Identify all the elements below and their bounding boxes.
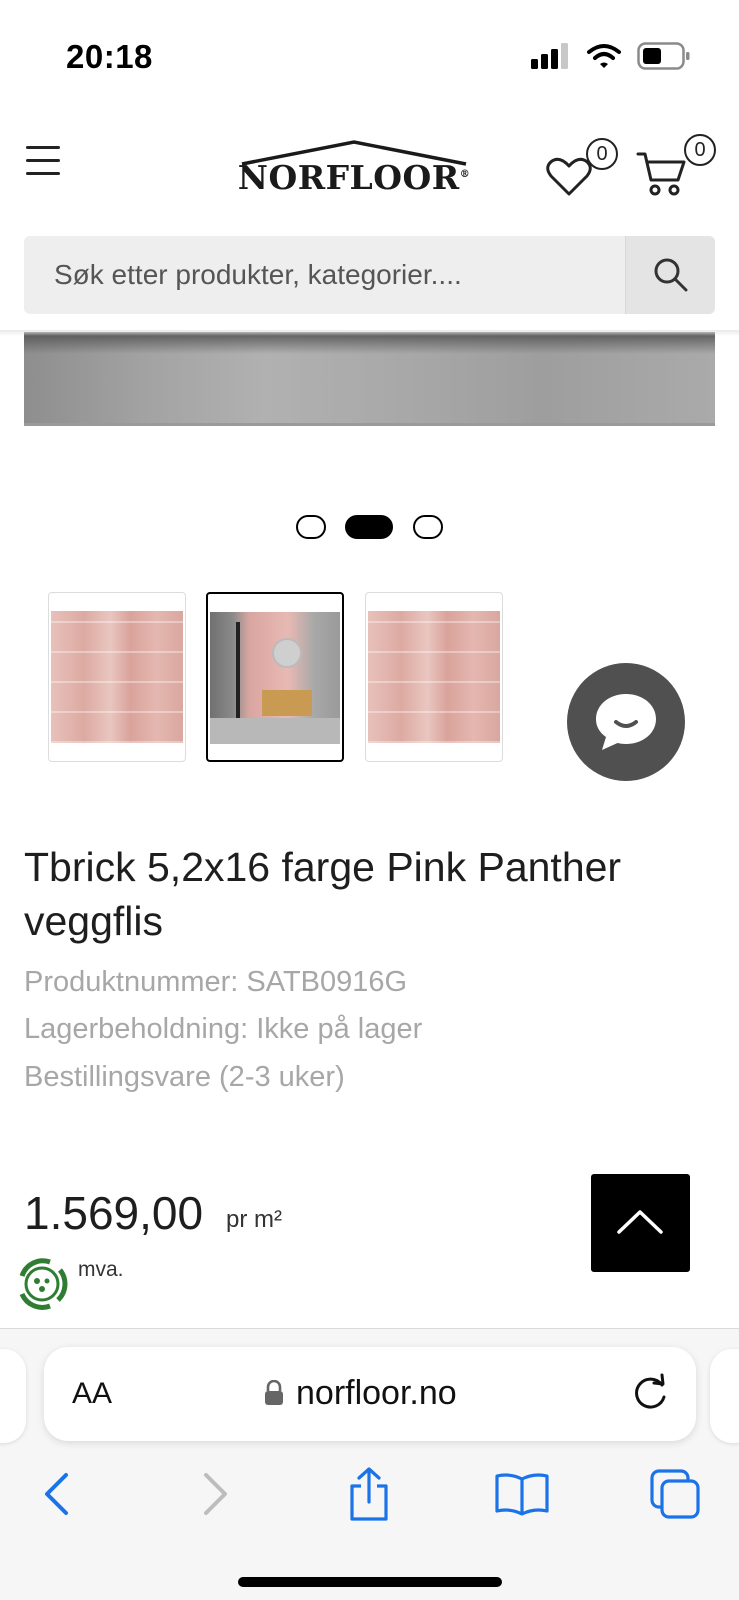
browser-chrome: AA norfloor.no	[0, 1328, 739, 1600]
product-number: Produktnummer: SATB0916G	[24, 966, 408, 998]
product-main-image[interactable]	[24, 332, 715, 426]
thumbnail-tile-image	[368, 611, 500, 743]
previous-tab-peek[interactable]	[0, 1349, 26, 1443]
carousel-dot-3[interactable]	[413, 515, 443, 539]
heart-icon	[546, 157, 592, 196]
cellular-signal-icon	[531, 43, 568, 69]
text-size-button[interactable]: AA	[72, 1377, 112, 1411]
status-icons	[531, 42, 691, 70]
search-icon	[654, 258, 688, 292]
bookmarks-icon	[495, 1473, 549, 1516]
url-display[interactable]: norfloor.no	[264, 1373, 457, 1413]
wishlist-button[interactable]: 0	[546, 130, 626, 200]
battery-icon	[637, 42, 690, 70]
home-indicator[interactable]	[238, 1577, 502, 1587]
forward-button[interactable]	[180, 1459, 250, 1529]
wifi-icon	[587, 44, 621, 68]
site-header: NORFLOOR® 0 0	[0, 118, 739, 218]
wishlist-count-badge: 0	[586, 138, 618, 170]
tabs-button[interactable]	[640, 1459, 710, 1529]
product-title: Tbrick 5,2x16 farge Pink Panther veggfli…	[24, 844, 622, 944]
forward-arrow-icon	[204, 1473, 227, 1515]
cart-count-badge: 0	[684, 134, 716, 166]
next-tab-peek[interactable]	[710, 1349, 739, 1443]
url-text: norfloor.no	[296, 1373, 457, 1412]
bookmarks-button[interactable]	[487, 1459, 557, 1529]
thumbnail-2-active[interactable]	[206, 592, 344, 762]
status-bar: 20:18	[0, 0, 739, 110]
share-button[interactable]	[334, 1459, 404, 1529]
thumbnail-bathroom-image	[210, 612, 340, 744]
search-button[interactable]	[625, 236, 715, 314]
status-time: 20:18	[66, 38, 153, 75]
cart-button[interactable]: 0	[636, 128, 720, 204]
site-logo[interactable]: NORFLOOR®	[232, 138, 476, 208]
browser-toolbar	[0, 1459, 739, 1529]
carousel-dot-1[interactable]	[296, 515, 326, 539]
recycle-badge-icon[interactable]	[14, 1256, 70, 1312]
share-icon	[350, 1467, 388, 1521]
scroll-to-top-button[interactable]	[591, 1174, 690, 1272]
lock-icon	[265, 1380, 283, 1405]
order-info: Bestillingsvare (2-3 uker)	[24, 1061, 345, 1093]
back-button[interactable]	[22, 1459, 92, 1529]
header-shadow	[0, 330, 739, 336]
search-input[interactable]	[24, 236, 626, 314]
thumbnail-1[interactable]	[48, 592, 186, 762]
carousel-dot-2-active[interactable]	[345, 515, 393, 539]
tabs-icon	[650, 1469, 700, 1519]
thumbnail-tile-image	[51, 611, 183, 743]
vat-label: mva.	[78, 1258, 124, 1281]
address-bar[interactable]: AA norfloor.no	[44, 1347, 696, 1441]
price-unit: pr m²	[226, 1206, 282, 1233]
reload-icon[interactable]	[628, 1371, 672, 1415]
cart-icon	[636, 152, 686, 196]
chat-bubble-icon	[596, 694, 656, 750]
thumbnail-3[interactable]	[365, 592, 503, 762]
back-arrow-icon	[45, 1473, 68, 1515]
logo-wordmark: NORFLOOR®	[237, 158, 471, 197]
stock-status: Lagerbeholdning: Ikke på lager	[24, 1013, 423, 1045]
product-price: 1.569,00	[24, 1187, 204, 1239]
chevron-up-icon	[617, 1210, 663, 1234]
search-bar	[24, 236, 715, 314]
hamburger-menu-icon[interactable]	[26, 146, 60, 176]
chat-button[interactable]	[567, 663, 685, 781]
